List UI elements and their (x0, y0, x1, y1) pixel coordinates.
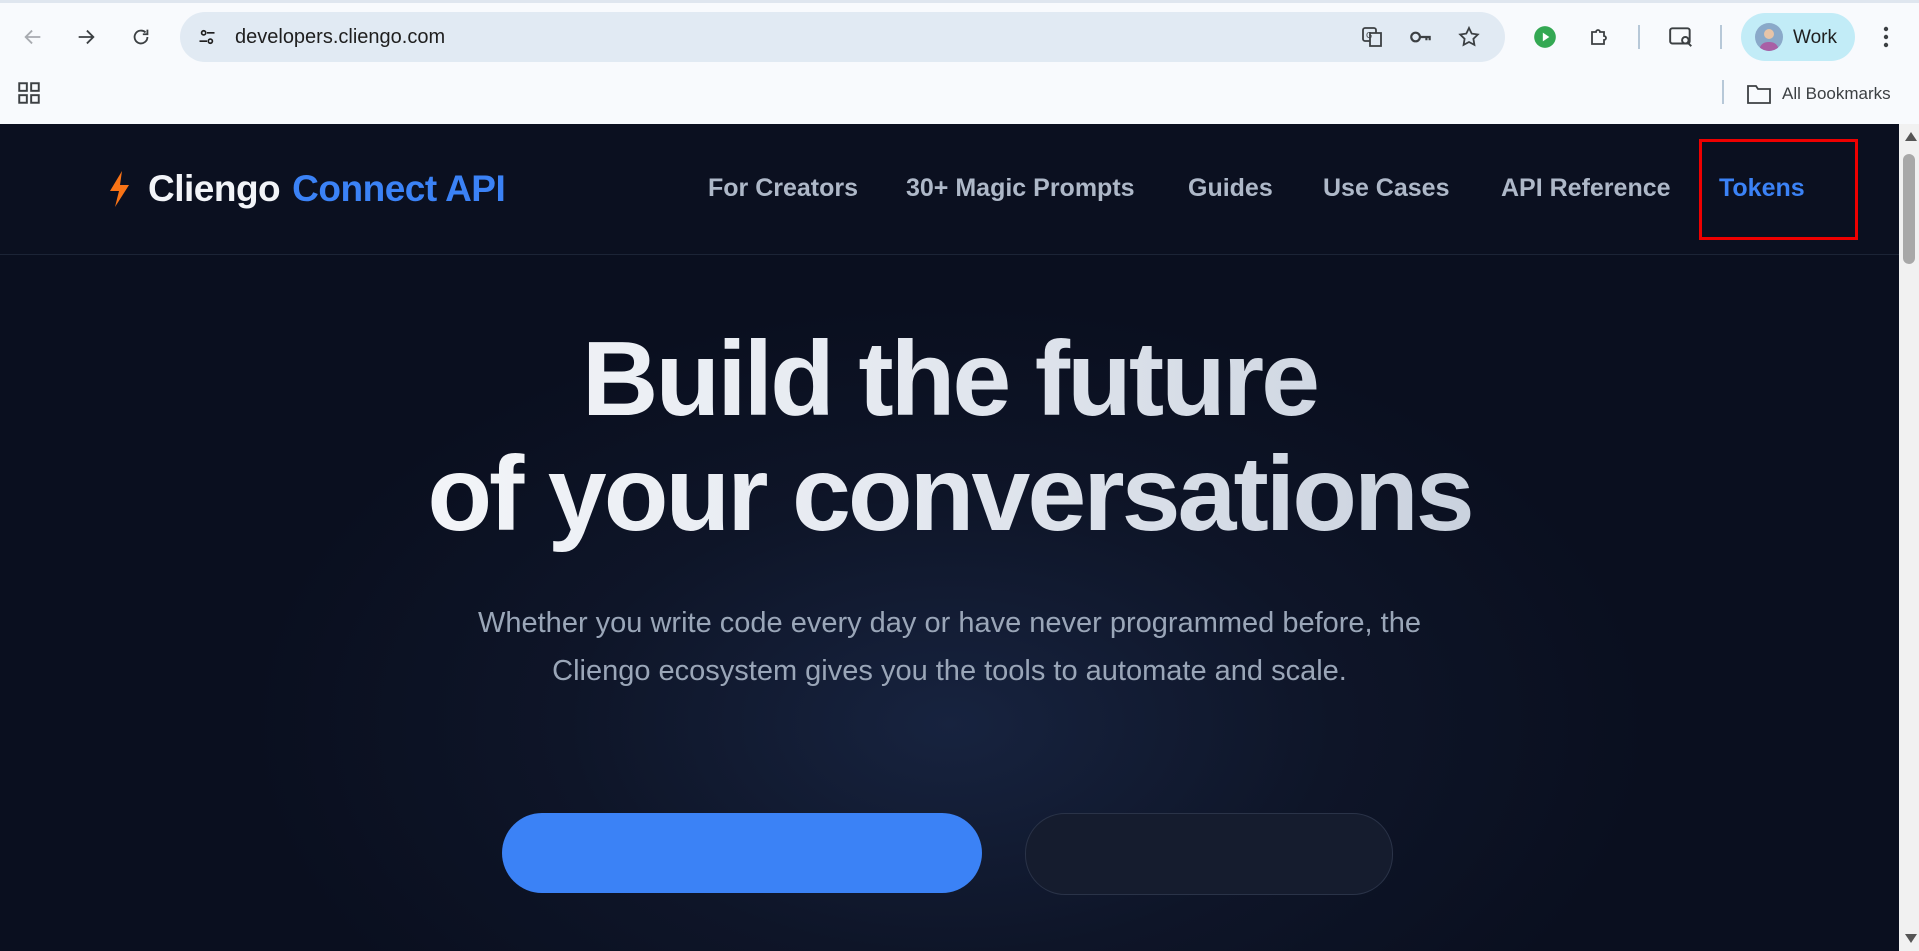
back-arrow-icon (24, 29, 41, 45)
folder-icon (1747, 85, 1771, 104)
hero-title-line-1: Build the future (0, 322, 1899, 437)
bookmark-star-icon[interactable] (1455, 23, 1483, 51)
hero-subtitle-text: Whether you write code every day or have… (478, 607, 1421, 687)
hero-title-line-2: of your conversations (0, 437, 1899, 552)
primary-cta-button[interactable] (502, 813, 982, 893)
scroll-down-arrow-icon[interactable] (1905, 934, 1917, 943)
brand-name: Cliengo (148, 168, 281, 209)
toolbar-divider (1638, 25, 1640, 49)
page-scrollbar[interactable] (1899, 124, 1919, 951)
address-bar[interactable]: developers.cliengo.com G (180, 12, 1505, 62)
toolbar-divider (1720, 25, 1722, 49)
translate-icon[interactable]: G (1359, 23, 1387, 51)
back-button[interactable] (15, 19, 51, 55)
tab-strip (0, 0, 1919, 3)
highlight-box (1699, 139, 1858, 240)
all-bookmarks-label: All Bookmarks (1782, 84, 1891, 103)
forward-arrow-icon (78, 29, 95, 45)
scrollbar-thumb[interactable] (1903, 154, 1915, 264)
svg-text:G: G (1366, 31, 1372, 40)
site-navbar: Cliengo Connect API For Creators 30+ Mag… (0, 124, 1899, 255)
forward-button[interactable] (68, 19, 104, 55)
extensions-puzzle-icon[interactable] (1582, 19, 1618, 55)
apps-grid-icon[interactable] (16, 80, 44, 108)
site-info-icon[interactable] (193, 23, 221, 51)
password-key-icon[interactable] (1407, 23, 1435, 51)
all-bookmarks-button[interactable]: All Bookmarks (1746, 80, 1891, 108)
browser-toolbar: developers.cliengo.com G Work All Bookma (0, 0, 1919, 124)
browser-menu-icon[interactable] (1868, 19, 1904, 55)
brand-product: Connect API (292, 168, 506, 209)
secondary-cta-button[interactable] (1025, 813, 1393, 895)
site-logo[interactable]: Cliengo Connect API (104, 168, 506, 210)
lightning-bolt-icon (110, 171, 129, 207)
nav-guides[interactable]: Guides (1188, 174, 1273, 203)
bookmarks-divider (1722, 80, 1724, 104)
scroll-up-arrow-icon[interactable] (1905, 132, 1917, 141)
profile-button[interactable]: Work (1741, 13, 1855, 61)
extension-play-icon[interactable] (1527, 19, 1563, 55)
nav-for-creators[interactable]: For Creators (708, 174, 858, 203)
reload-icon (133, 29, 149, 45)
nav-use-cases[interactable]: Use Cases (1323, 174, 1449, 203)
url-text[interactable]: developers.cliengo.com (235, 26, 445, 49)
profile-label: Work (1793, 27, 1837, 48)
avatar (1755, 23, 1783, 51)
hero-subtitle: Whether you write code every day or have… (0, 599, 1899, 695)
hero-title: Build the future of your conversations (0, 322, 1899, 552)
reload-button[interactable] (123, 19, 159, 55)
tab-search-icon[interactable] (1663, 19, 1699, 55)
nav-magic-prompts[interactable]: 30+ Magic Prompts (906, 174, 1135, 203)
nav-api-reference[interactable]: API Reference (1501, 174, 1671, 203)
